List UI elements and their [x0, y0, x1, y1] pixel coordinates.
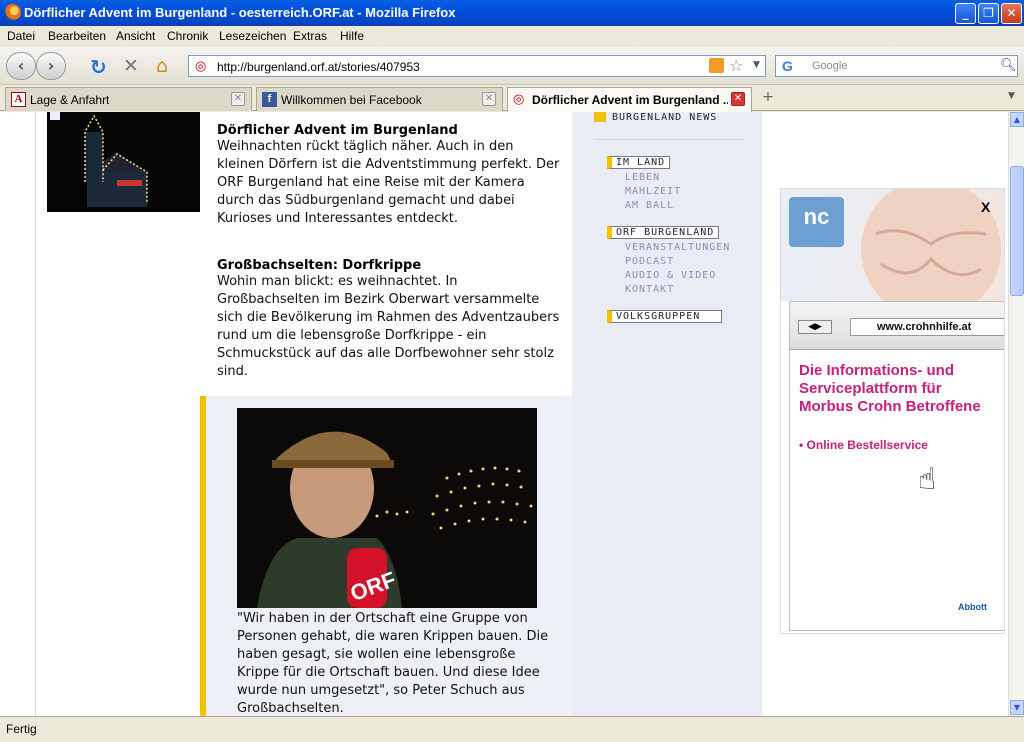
ad-bullet: • Online Bestellservice	[799, 438, 928, 452]
tab-label: Lage & Anfahrt	[30, 93, 110, 107]
title-bar: Dörflicher Advent im Burgenland - oester…	[0, 0, 1024, 26]
scroll-up-icon[interactable]: ▲	[1010, 112, 1024, 127]
tab-label: Dörflicher Advent im Burgenland ...	[532, 93, 728, 107]
nav-mahlzeit[interactable]: MAHLZEIT	[625, 186, 681, 197]
forward-button[interactable]: ›	[36, 52, 66, 80]
vertical-scrollbar[interactable]: ▲ ▼	[1008, 112, 1024, 716]
url-text[interactable]: http://burgenland.orf.at/stories/407953	[217, 60, 420, 74]
article-section: Großbachselten: Dorfkrippe Wohin man bli…	[217, 258, 562, 381]
nav-leben[interactable]: LEBEN	[625, 172, 660, 183]
ad-banner-image: nc X	[781, 189, 1004, 301]
scroll-down-icon[interactable]: ▼	[1010, 700, 1024, 715]
menu-bearbeiten[interactable]: Bearbeiten	[48, 29, 106, 43]
nav-im-land[interactable]: IM LAND	[607, 156, 671, 169]
ad-browser-toolbar: ◀▶ www.crohnhilfe.at	[790, 302, 1004, 350]
news-header[interactable]: BURGENLAND NEWS	[594, 112, 717, 124]
url-bar[interactable]: ◎ http://burgenland.orf.at/stories/40795…	[188, 55, 766, 77]
quote-text: "Wir haben in der Ortschaft eine Gruppe …	[237, 611, 549, 716]
reload-icon[interactable]: ↻	[90, 55, 107, 79]
minimize-button[interactable]: _	[955, 3, 976, 24]
section-heading: Großbachselten: Dorfkrippe	[217, 258, 422, 273]
nav-orf-burgenland[interactable]: ORF BURGENLAND	[607, 226, 720, 239]
nav-volksgruppen[interactable]: VOLKSGRUPPEN	[607, 310, 722, 323]
nav-veranstaltungen[interactable]: VERANSTALTUNGEN	[625, 242, 730, 253]
rss-icon[interactable]	[709, 58, 724, 73]
letter-a-icon: A	[11, 92, 26, 107]
tab-label: Willkommen bei Facebook	[281, 93, 422, 107]
stop-icon[interactable]: ✕	[123, 55, 139, 77]
tab-close-icon[interactable]: ✕	[231, 92, 245, 106]
nav-podcast[interactable]: PODCAST	[625, 256, 674, 267]
new-tab-button[interactable]: +	[757, 89, 779, 109]
tab-close-icon[interactable]: ✕	[731, 92, 745, 106]
article-intro: Dörflicher Advent im Burgenland Weihnach…	[217, 123, 562, 228]
church-lights-image[interactable]	[47, 112, 200, 212]
browser-window: Dörflicher Advent im Burgenland - oester…	[0, 0, 1024, 742]
hand-cursor-icon: ☝	[918, 462, 937, 497]
interview-image[interactable]: ORF	[237, 408, 537, 608]
menu-extras[interactable]: Extras	[293, 29, 327, 43]
nav-kontakt[interactable]: KONTAKT	[625, 284, 674, 295]
close-button[interactable]: ✕	[1001, 3, 1022, 24]
google-icon[interactable]: G	[782, 58, 793, 74]
menu-chronik[interactable]: Chronik	[167, 29, 208, 43]
ad-nav-arrows-icon: ◀▶	[798, 320, 832, 334]
tab-bar: A Lage & Anfahrt ✕ f Willkommen bei Face…	[0, 85, 1024, 112]
ad-url: www.crohnhilfe.at	[850, 318, 1004, 336]
tab-facebook[interactable]: f Willkommen bei Facebook ✕	[256, 87, 503, 111]
quote-accent-bar	[200, 396, 206, 716]
menu-ansicht[interactable]: Ansicht	[116, 29, 155, 43]
article-heading: Dörflicher Advent im Burgenland	[217, 123, 458, 138]
search-magnifier-icon[interactable]: 🔍︎	[1000, 58, 1017, 73]
advertisement[interactable]: nc X ◀▶ www.crohnhilfe.at Die Informatio…	[780, 188, 1005, 634]
page-border	[35, 112, 36, 716]
status-text: Fertig	[6, 722, 37, 736]
nav-audio-video[interactable]: AUDIO & VIDEO	[625, 270, 716, 281]
tab-doerflicher-advent[interactable]: ◎ Dörflicher Advent im Burgenland ... ✕	[507, 87, 752, 112]
orf-favicon: ◎	[513, 92, 525, 107]
window-title: Dörflicher Advent im Burgenland - oester…	[24, 5, 456, 20]
menu-hilfe[interactable]: Hilfe	[340, 29, 364, 43]
ad-browser-mockup: ◀▶ www.crohnhilfe.at Die Informations- u…	[789, 301, 1004, 631]
menu-datei[interactable]: Datei	[7, 29, 35, 43]
facebook-icon: f	[262, 92, 277, 107]
search-bar[interactable]: G Google 🔍︎	[775, 55, 1018, 77]
quote-box: ORF "Wir haben in der Ortschaft eine Gru…	[200, 396, 572, 716]
tab-list-icon[interactable]: ▼	[1008, 91, 1015, 101]
search-input[interactable]: Google	[812, 60, 847, 72]
tab-close-icon[interactable]: ✕	[482, 92, 496, 106]
article-paragraph: Weihnachten rückt täglich näher. Auch in…	[217, 139, 560, 226]
back-button[interactable]: ‹	[6, 52, 36, 80]
site-favicon: ◎	[195, 59, 207, 74]
scroll-thumb[interactable]	[1010, 166, 1024, 296]
crohnhilfe-logo: nc	[789, 197, 844, 247]
menu-lesezeichen[interactable]: Lesezeichen	[219, 29, 286, 43]
maximize-button[interactable]: ❐	[978, 3, 999, 24]
play-icon	[594, 112, 606, 122]
url-dropdown-icon[interactable]: ▼	[753, 60, 760, 70]
firefox-icon	[4, 4, 21, 21]
ad-close-button[interactable]: X	[981, 199, 990, 215]
divider	[594, 139, 744, 140]
page-viewport: Dörflicher Advent im Burgenland Weihnach…	[0, 112, 1008, 716]
bookmark-star-icon[interactable]: ☆	[729, 56, 743, 75]
abbott-logo: Abbott	[958, 602, 987, 612]
status-bar: Fertig	[0, 716, 1024, 742]
tab-lage-anfahrt[interactable]: A Lage & Anfahrt ✕	[5, 87, 252, 111]
side-navigation: BURGENLAND NEWS IM LAND LEBEN MAHLZEIT A…	[572, 112, 762, 716]
home-icon[interactable]: ⌂	[156, 55, 168, 77]
section-paragraph: Wohin man blickt: es weihnachtet. In Gro…	[217, 274, 560, 379]
menu-bar: Datei Bearbeiten Ansicht Chronik Lesezei…	[0, 26, 1024, 47]
ad-headline: Die Informations- und Serviceplattform f…	[799, 362, 981, 415]
nav-am-ball[interactable]: AM BALL	[625, 200, 674, 211]
